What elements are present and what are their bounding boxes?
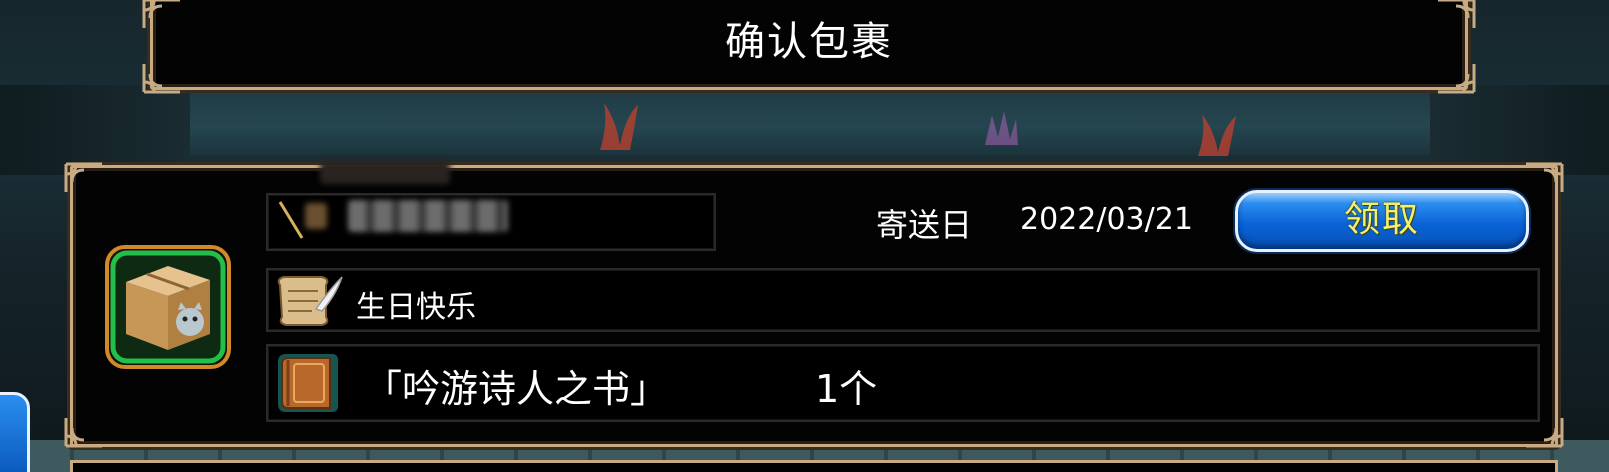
frame-corner-ornament [142,0,180,28]
background-wall-right [1430,85,1609,175]
sent-date-label: 寄送日 [876,206,973,244]
sword-icon [278,201,304,239]
background-water [170,85,1450,155]
coral-decoration [985,111,1018,145]
cardboard-box-icon[interactable] [104,244,232,370]
side-menu-button[interactable] [0,392,30,472]
message-text: 生日快乐 [356,290,476,325]
coral-decoration [1198,114,1236,156]
frame-corner-ornament [1438,0,1476,28]
item-name: 「吟游诗人之书」 [364,367,669,411]
frame-corner-ornament [142,64,180,94]
coral-decoration [600,103,638,150]
next-panel-edge [70,460,1558,472]
book-icon[interactable] [272,350,344,416]
dialog-title: 确认包裹 [725,19,893,65]
redacted-sender [305,203,327,229]
frame-corner-ornament [64,418,102,448]
claim-button[interactable]: 领取 [1235,190,1529,252]
game-scene: 确认包裹 寄送日 2022/03/21 领取 生日快乐 「吟游诗人之书」 1个 [0,0,1609,472]
title-bar: 确认包裹 [150,0,1468,90]
frame-corner-ornament [1526,162,1564,192]
frame-corner-ornament [1438,64,1476,94]
sent-date-value: 2022/03/21 [1020,202,1193,237]
frame-corner-ornament [64,162,102,192]
redacted-sender [320,160,450,184]
scroll-quill-icon [277,276,343,326]
item-quantity: 1个 [815,367,878,411]
redacted-sender [348,200,508,232]
